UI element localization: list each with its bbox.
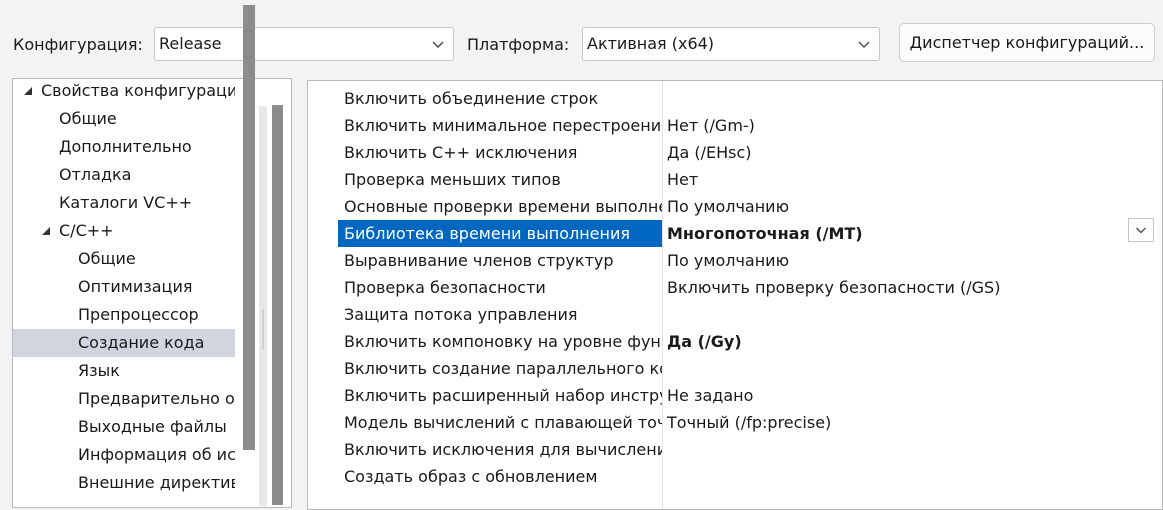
property-row[interactable]: Библиотека времени выполнения Многопоточн… [308,220,1162,247]
property-name: Включить компоновку на уровне функций [344,332,662,351]
tree-item-label: Оптимизация [78,277,193,296]
property-value[interactable]: Да (/Gy) [667,328,1137,355]
property-name: Защита потока управления [344,305,578,324]
chevron-down-icon [1136,227,1146,234]
property-row[interactable]: Включить минимальное перестроение Нет (/G… [308,112,1162,139]
tree-item-label: C/C++ [59,221,114,240]
property-row[interactable]: Включить объединение строк [308,85,1162,112]
tree-item[interactable]: Препроцессор [13,301,235,329]
tree-item-label: Общие [78,249,136,268]
tree-item-label: Язык [78,361,120,380]
property-name: Проверка безопасности [344,278,546,297]
property-name: Проверка меньших типов [344,170,561,189]
property-value[interactable]: Нет (/Gm-) [667,112,1137,139]
configuration-value: Release [159,34,222,53]
property-value[interactable]: Включить проверку безопасности (/GS) [667,274,1137,301]
tree-item[interactable]: Общие [13,105,235,133]
chevron-down-icon [858,41,870,48]
tree-item-label: Дополнительно [59,137,192,156]
property-name: Включить объединение строк [344,89,599,108]
property-value[interactable]: Точный (/fp:precise) [667,409,1137,436]
tree-scrollbar-track[interactable] [259,106,267,506]
property-value[interactable] [667,85,1137,112]
platform-value: Активная (x64) [587,34,715,53]
property-name: Создать образ с обновлением [344,467,598,486]
property-name: Включить C++ исключения [344,143,578,162]
property-value[interactable] [667,301,1137,328]
property-value[interactable]: Многопоточная (/MT) [667,220,1137,247]
property-value[interactable]: По умолчанию [667,193,1137,220]
tree-item[interactable]: Каталоги VC++ [13,189,235,217]
platform-label: Платформа: [467,35,570,54]
platform-select[interactable]: Активная (x64) [582,27,880,61]
tree-item-label: Препроцессор [78,305,199,324]
tree-item-label: Отладка [59,165,132,184]
property-row[interactable]: Включить расширенный набор инструкций Не … [308,382,1162,409]
tree-item-label: Информация об ис [78,445,235,464]
tree-item[interactable]: Язык [13,357,235,385]
property-name: Включить минимальное перестроение [344,116,662,135]
tree-item[interactable]: Выходные файлы [13,413,235,441]
tree-item-label: Создание кода [78,333,205,352]
chevron-down-icon [432,41,444,48]
configuration-manager-button[interactable]: Диспетчер конфигураций... [899,23,1155,62]
property-row[interactable]: Модель вычислений с плавающей точкой Точн… [308,409,1162,436]
property-value[interactable]: Не задано [667,382,1137,409]
tree-item[interactable]: Общие [13,245,235,273]
property-value[interactable] [667,355,1137,382]
tree-item[interactable]: Оптимизация [13,273,235,301]
tree-item[interactable]: Дополнительно [13,133,235,161]
property-name: Включить исключения для вычислений с пла… [344,440,662,459]
property-name: Основные проверки времени выполнения [344,197,662,216]
property-row[interactable]: Выравнивание членов структур По умолчанию [308,247,1162,274]
tree-item[interactable]: Информация об ис [13,441,235,469]
splitter-bar[interactable] [243,5,255,450]
tree-item[interactable]: Отладка [13,161,235,189]
tree-item[interactable]: Предварительно от [13,385,235,413]
configuration-label: Конфигурация: [13,35,143,54]
property-name: Включить расширенный набор инструкций [344,386,662,405]
property-row[interactable]: Основные проверки времени выполнения По у… [308,193,1162,220]
property-value[interactable]: По умолчанию [667,247,1137,274]
tree-item[interactable]: Внешние директивы [13,469,235,497]
tree-item-label: Общие [59,109,117,128]
expanded-caret-icon[interactable] [41,226,51,236]
tree-item[interactable]: C/C++ [13,217,235,245]
property-row[interactable]: Включить создание параллельного кода [308,355,1162,382]
runtime-library-dropdown-button[interactable] [1128,218,1154,242]
configuration-select[interactable]: Release [154,27,454,61]
property-value[interactable] [667,436,1137,463]
property-value[interactable]: Нет [667,166,1137,193]
tree-item[interactable]: Создание кода [13,329,235,357]
property-row[interactable]: Проверка меньших типов Нет [308,166,1162,193]
tree-item-label: Предварительно от [78,389,235,408]
property-name: Выравнивание членов структур [344,251,614,270]
property-row[interactable]: Создать образ с обновлением [308,463,1162,490]
property-grid-panel: Включить объединение строк Включить миним… [307,80,1163,510]
tree-item-label: Выходные файлы [78,417,227,436]
tree-scrollbar-thumb[interactable] [262,309,264,349]
tree-item-label: Каталоги VC++ [59,193,193,212]
property-name: Включить создание параллельного кода [344,359,662,378]
property-value[interactable] [667,463,1137,490]
property-name: Модель вычислений с плавающей точкой [344,413,662,432]
tree-item-label: Внешние директивы [78,473,235,492]
property-row[interactable]: Включить C++ исключения Да (/EHsc) [308,139,1162,166]
property-name: Библиотека времени выполнения [338,220,662,247]
property-value[interactable]: Да (/EHsc) [667,139,1137,166]
expanded-caret-icon[interactable] [23,86,33,96]
tree-item-label: Свойства конфигурации [41,81,235,100]
property-row[interactable]: Включить компоновку на уровне функций Да … [308,328,1162,355]
splitter-grip[interactable] [272,105,283,505]
property-row[interactable]: Защита потока управления [308,301,1162,328]
property-row[interactable]: Включить исключения для вычислений с пла… [308,436,1162,463]
property-row[interactable]: Проверка безопасности Включить проверку б… [308,274,1162,301]
tree-item[interactable]: Свойства конфигурации [13,79,235,105]
